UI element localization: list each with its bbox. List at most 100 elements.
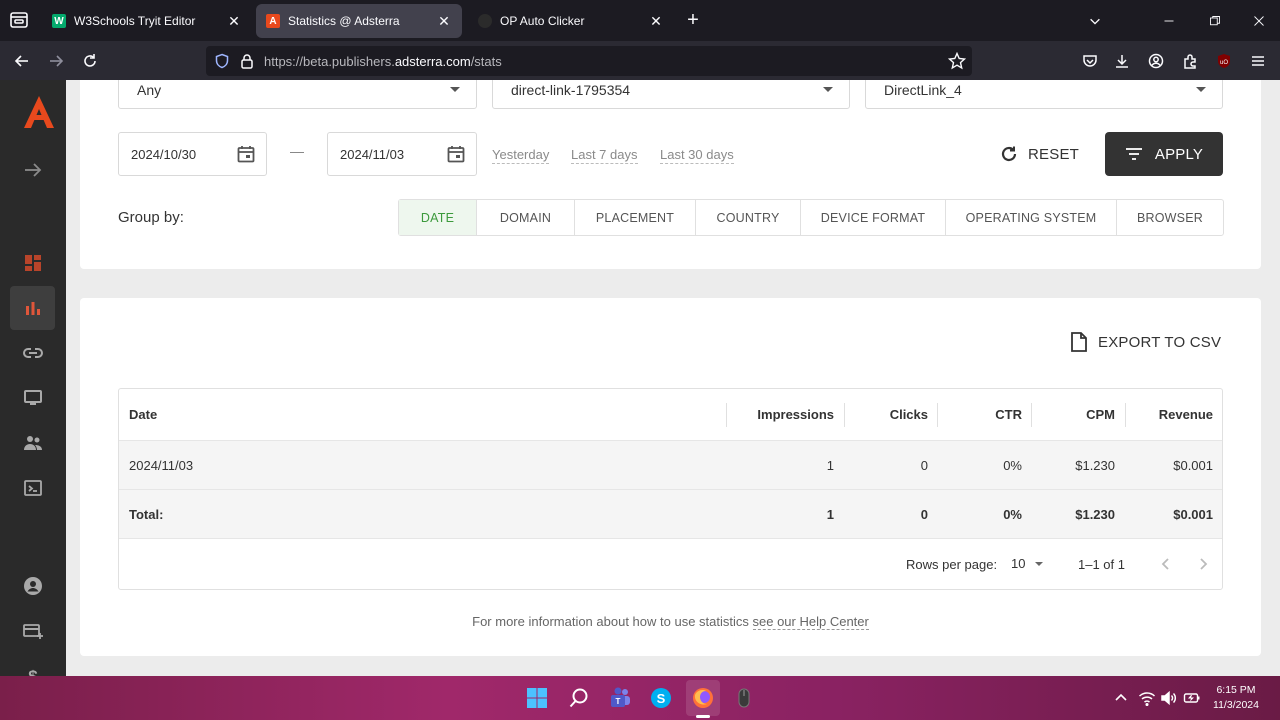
filters-card: Any direct-link-1795354 DirectLink_4 202…	[80, 80, 1261, 269]
ublock-icon[interactable]: uO	[1212, 49, 1236, 73]
header-impressions[interactable]: Impressions	[726, 389, 834, 440]
system-clock[interactable]: 6:15 PM 11/3/2024	[1200, 683, 1272, 713]
export-csv-button[interactable]: EXPORT TO CSV	[1070, 332, 1221, 352]
sidebar-item-api[interactable]	[10, 466, 55, 510]
tab-op-auto-clicker[interactable]: OP Auto Clicker ✕	[468, 4, 674, 38]
header-cpm[interactable]: CPM	[1031, 389, 1115, 440]
bookmark-star-icon[interactable]	[947, 51, 967, 70]
table-row: 2024/11/03 1 0 0% $1.230 $0.001	[119, 441, 1222, 490]
apply-button[interactable]: APPLY	[1105, 132, 1223, 176]
group-tab-placement[interactable]: PLACEMENT	[575, 200, 696, 235]
pocket-icon[interactable]	[1078, 49, 1102, 73]
page-range: 1–1 of 1	[1078, 557, 1125, 572]
select-value: Any	[137, 81, 162, 98]
cell-clicks: 0	[920, 457, 928, 473]
shield-icon[interactable]	[214, 53, 230, 69]
total-label: Total:	[129, 506, 164, 522]
reload-icon[interactable]	[78, 49, 102, 73]
date-to-field[interactable]: 2024/11/03	[327, 132, 477, 176]
total-revenue: $0.001	[1173, 506, 1213, 522]
rows-per-page-label: Rows per page:	[906, 557, 998, 572]
account-icon[interactable]	[1144, 49, 1168, 73]
filter-select-placement[interactable]: DirectLink_4	[865, 80, 1223, 109]
close-tab-icon[interactable]: ✕	[648, 13, 664, 29]
filter-select-direct-link[interactable]: direct-link-1795354	[492, 80, 850, 109]
tab-adsterra-statistics[interactable]: A Statistics @ Adsterra ✕	[256, 4, 462, 38]
battery-charging-icon[interactable]	[1183, 689, 1201, 707]
skype-icon[interactable]: S	[648, 685, 674, 711]
show-hidden-icons-chevron-icon[interactable]	[1112, 689, 1130, 707]
quick-range-last-7-days[interactable]: Last 7 days	[571, 147, 638, 164]
help-center-link[interactable]: see our Help Center	[752, 614, 869, 630]
header-clicks[interactable]: Clicks	[844, 389, 928, 440]
tab-title: W3Schools Tryit Editor	[74, 14, 196, 28]
tab-title: OP Auto Clicker	[500, 14, 585, 28]
url-bar[interactable]: https://beta.publishers.adsterra.com/sta…	[206, 46, 972, 76]
tab-list-icon[interactable]	[8, 9, 30, 31]
group-by-tabs: DATE DOMAIN PLACEMENT COUNTRY DEVICE FOR…	[398, 199, 1224, 236]
windows-start-icon[interactable]	[524, 685, 550, 711]
tab-overflow-icon[interactable]	[1084, 10, 1106, 32]
close-tab-icon[interactable]: ✕	[226, 13, 242, 29]
reset-button[interactable]: RESET	[1000, 132, 1086, 176]
restore-icon[interactable]	[1204, 10, 1226, 32]
header-revenue[interactable]: Revenue	[1125, 389, 1213, 440]
reset-label: RESET	[1028, 145, 1080, 163]
svg-text:T: T	[616, 697, 621, 706]
add-card-icon	[22, 624, 43, 639]
table-header-row: Date Impressions Clicks CTR CPM Revenue	[119, 389, 1222, 441]
group-tab-browser[interactable]: BROWSER	[1117, 200, 1223, 235]
volume-icon[interactable]	[1160, 689, 1178, 707]
back-icon[interactable]	[10, 49, 34, 73]
sidebar-item-referrals[interactable]	[10, 421, 55, 465]
help-text-body: For more information about how to use st…	[472, 614, 749, 629]
new-tab-icon[interactable]: +	[682, 10, 704, 32]
quick-range-yesterday[interactable]: Yesterday	[492, 147, 550, 164]
group-tab-domain[interactable]: DOMAIN	[477, 200, 575, 235]
total-impressions: 1	[826, 506, 834, 522]
browser-nav-bar: https://beta.publishers.adsterra.com/sta…	[0, 41, 1280, 80]
wifi-icon[interactable]	[1138, 689, 1156, 707]
sidebar-item-payments[interactable]	[10, 609, 55, 653]
date-from-field[interactable]: 2024/10/30	[118, 132, 267, 176]
calendar-icon[interactable]	[236, 144, 256, 164]
teams-icon[interactable]: T	[607, 685, 633, 711]
sidebar-item-websites[interactable]	[10, 376, 55, 420]
table-total-row: Total: 1 0 0% $1.230 $0.001	[119, 490, 1222, 539]
date-range-separator	[290, 152, 304, 153]
adsterra-logo[interactable]	[22, 94, 56, 130]
sidebar-item-links[interactable]	[10, 331, 55, 375]
group-tab-date[interactable]: DATE	[399, 200, 477, 235]
expand-sidebar-arrow-icon[interactable]	[22, 160, 44, 180]
calendar-icon[interactable]	[446, 144, 466, 164]
sidebar-item-statistics[interactable]	[10, 286, 55, 330]
tab-w3schools[interactable]: W W3Schools Tryit Editor ✕	[42, 4, 252, 38]
extensions-icon[interactable]	[1178, 49, 1202, 73]
search-icon[interactable]	[566, 685, 592, 711]
header-date[interactable]: Date	[129, 389, 157, 440]
header-ctr[interactable]: CTR	[937, 389, 1022, 440]
prev-page-icon[interactable]	[1156, 554, 1176, 574]
close-tab-icon[interactable]: ✕	[436, 13, 452, 29]
group-tab-operating-system[interactable]: OPERATING SYSTEM	[946, 200, 1117, 235]
filter-select-1[interactable]: Any	[118, 80, 477, 109]
sidebar-item-finance[interactable]: $	[10, 654, 55, 676]
sidebar-item-profile[interactable]	[10, 564, 55, 608]
sidebar-item-dashboard[interactable]	[10, 241, 55, 285]
group-tab-device-format[interactable]: DEVICE FORMAT	[801, 200, 946, 235]
close-window-icon[interactable]	[1248, 10, 1270, 32]
cell-revenue: $0.001	[1173, 457, 1213, 473]
download-icon[interactable]	[1110, 49, 1134, 73]
page-content: $ Any direct-link-1795354 DirectLink_4 2…	[0, 80, 1280, 676]
firefox-icon[interactable]	[690, 685, 716, 711]
next-page-icon[interactable]	[1193, 554, 1213, 574]
forward-icon[interactable]	[44, 49, 68, 73]
lock-icon[interactable]	[239, 53, 255, 69]
mouse-app-icon[interactable]	[731, 685, 757, 711]
group-tab-country[interactable]: COUNTRY	[696, 200, 801, 235]
minimize-icon[interactable]	[1158, 10, 1180, 32]
quick-range-last-30-days[interactable]: Last 30 days	[660, 147, 734, 164]
rows-per-page-select[interactable]: 10	[1011, 556, 1044, 571]
menu-icon[interactable]	[1246, 49, 1270, 73]
dropdown-arrow-icon	[823, 87, 833, 92]
